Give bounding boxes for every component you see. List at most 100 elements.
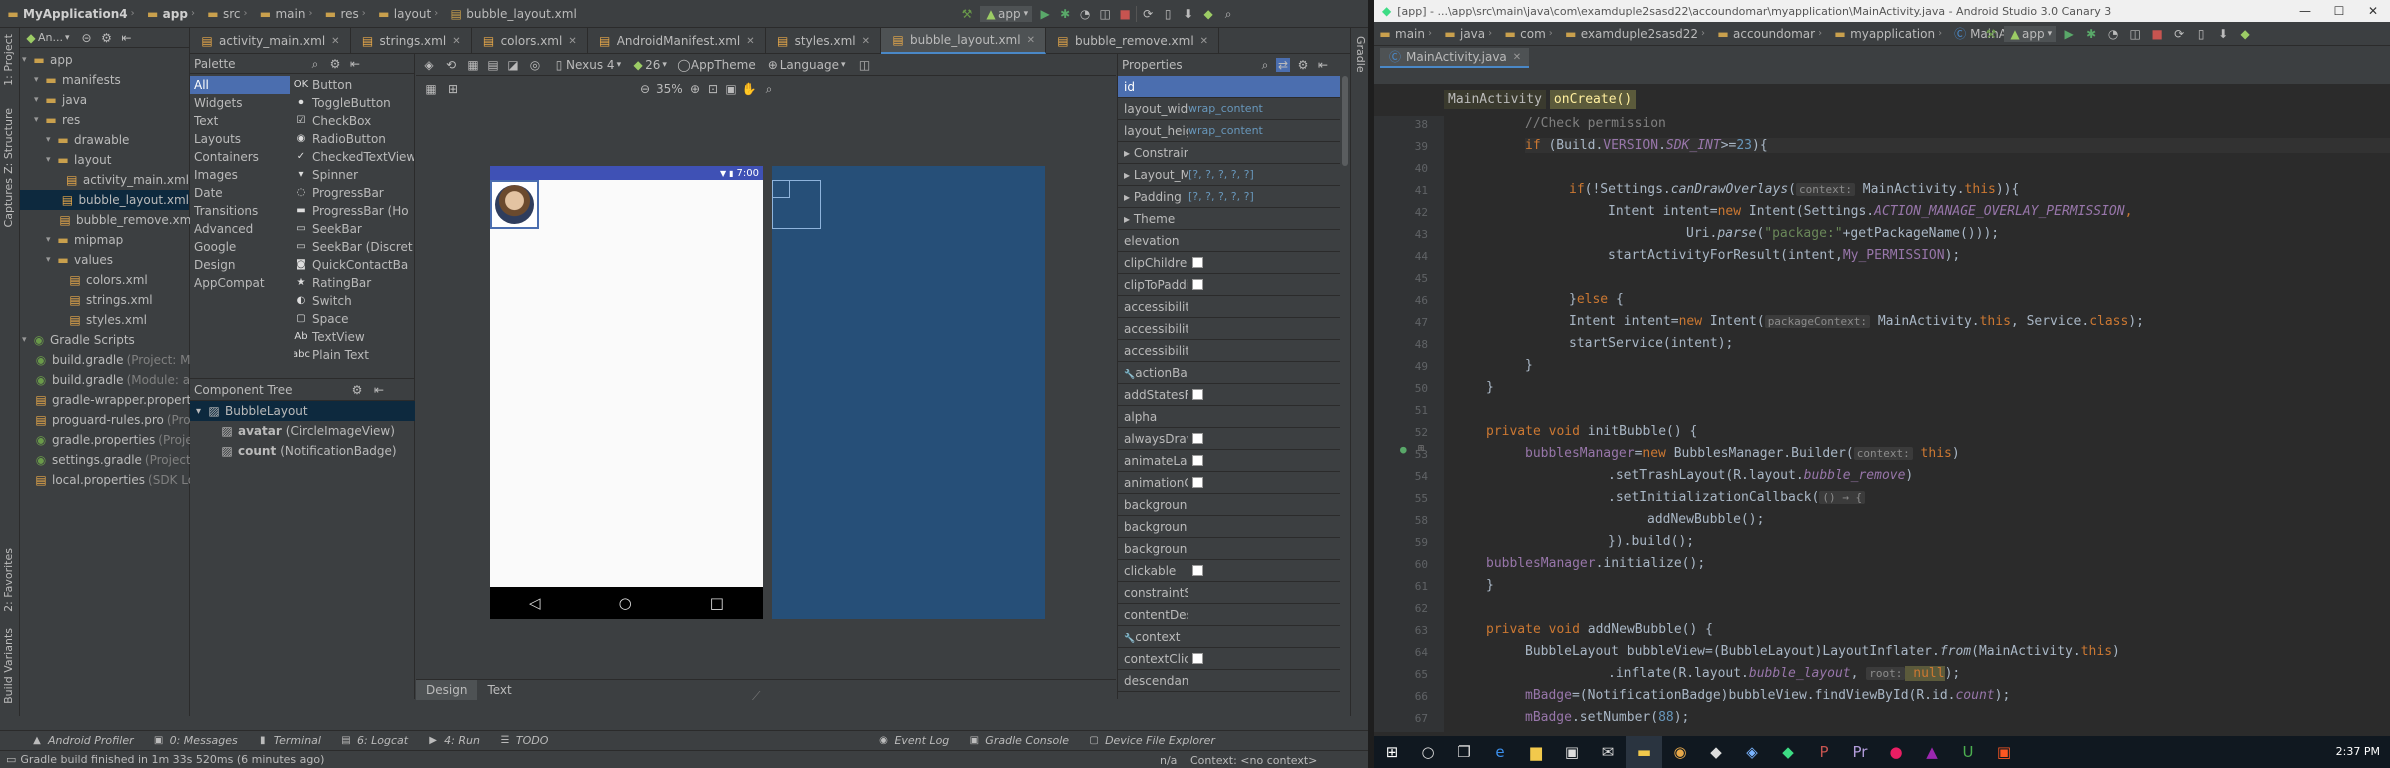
palette-category[interactable]: Text	[190, 112, 290, 130]
layout-variants-icon[interactable]: ◫	[858, 58, 872, 72]
property-row[interactable]: 🔧context	[1118, 626, 1340, 648]
property-checkbox[interactable]	[1192, 455, 1203, 466]
layers-icon[interactable]: ◈	[422, 58, 436, 72]
tree-item[interactable]: ▤ activity_main.xml	[20, 170, 189, 190]
component-node[interactable]: ▨ count (NotificationBadge)	[190, 441, 415, 461]
crumb-class[interactable]: MainActivity	[1444, 89, 1546, 109]
tool-tab-project[interactable]: 1: Project	[2, 34, 15, 86]
expand-arrow-icon[interactable]: ▾	[22, 55, 32, 65]
android-icon[interactable]: ◆	[2238, 27, 2252, 41]
property-row[interactable]: contextClick	[1118, 648, 1340, 670]
property-checkbox[interactable]	[1192, 433, 1203, 444]
status-context[interactable]: Context: <no context>	[1190, 754, 1317, 767]
expand-arrow-icon[interactable]: ▾	[34, 115, 44, 125]
palette-item[interactable]: ▭ SeekBar	[294, 220, 414, 238]
component-node[interactable]: ▨ avatar (CircleImageView)	[190, 421, 415, 441]
hide-icon[interactable]: ⇤	[372, 383, 386, 397]
property-row[interactable]: clipChildren	[1118, 252, 1340, 274]
property-row[interactable]: alwaysDrawn	[1118, 428, 1340, 450]
expand-arrow-icon[interactable]: ▸	[1124, 212, 1134, 226]
tab-activity_main-xml[interactable]: ▤ activity_main.xml ✕	[190, 28, 351, 54]
tab-mainactivity[interactable]: Ⓒ MainActivity.java ✕	[1380, 48, 1530, 68]
search-icon[interactable]: ⌕	[1258, 58, 1272, 72]
magnifier-icon[interactable]: ⌕	[762, 82, 776, 96]
avd-manager-icon[interactable]: ▯	[2194, 27, 2208, 41]
app-icon-2[interactable]: ◈	[1734, 736, 1770, 768]
palette-category[interactable]: Containers	[190, 148, 290, 166]
close-tab-icon[interactable]: ✕	[862, 36, 870, 47]
expand-arrow-icon[interactable]: ▾	[46, 255, 56, 265]
blueprint-icon[interactable]: ▦	[466, 58, 480, 72]
tree-item[interactable]: ▾ ▬ values	[20, 250, 189, 270]
tree-item[interactable]: ▾ ▬ manifests	[20, 70, 189, 90]
tool-window-0-messages[interactable]: ▣ 0: Messages	[152, 734, 238, 748]
breadcrumb-item[interactable]: ▬ examduple2sasd22 ›	[1564, 27, 1710, 41]
tool-window-terminal[interactable]: ▮ Terminal	[256, 734, 321, 748]
expand-arrow-icon[interactable]: ▸	[1124, 146, 1134, 160]
palette-category[interactable]: All	[190, 76, 290, 94]
minimize-icon[interactable]: —	[2288, 0, 2322, 22]
expand-arrow-icon[interactable]: ▾	[34, 75, 44, 85]
tool-window-6-logcat[interactable]: ▤ 6: Logcat	[339, 734, 408, 748]
layout-icon[interactable]: ▤	[486, 58, 500, 72]
tree-item[interactable]: ◉ build.gradle (Project: MyAp	[20, 350, 214, 370]
tree-item[interactable]: ◉ build.gradle (Module: app)	[20, 370, 210, 390]
hide-icon[interactable]: ⇤	[120, 31, 134, 45]
chrome-icon[interactable]: ◉	[1662, 736, 1698, 768]
zoom-in-icon[interactable]: ⊕	[688, 82, 702, 96]
actual-size-icon[interactable]: ▣	[724, 82, 738, 96]
breadcrumb-item[interactable]: ▬ myapplication ›	[1833, 27, 1947, 41]
palette-item[interactable]: ▢ Space	[294, 310, 414, 328]
palette-item[interactable]: OK Button	[294, 76, 414, 94]
tool-window-gradle-console[interactable]: ▣ Gradle Console	[967, 734, 1070, 748]
property-checkbox[interactable]	[1192, 477, 1203, 488]
tool-tab-gradle[interactable]: Gradle	[1354, 36, 1367, 73]
tool-tab-favorites[interactable]: 2: Favorites	[2, 548, 15, 612]
debug-icon[interactable]: ✱	[1058, 7, 1072, 21]
tool-window-android-profiler[interactable]: ▲ Android Profiler	[30, 734, 133, 748]
run-config-select[interactable]: ▲ app ▾	[2004, 26, 2057, 42]
property-row[interactable]: constraintSe	[1118, 582, 1340, 604]
clock[interactable]: 2:37 PM	[2336, 736, 2380, 768]
cortana-icon[interactable]: ○	[1410, 736, 1446, 768]
palette-item[interactable]: ⏺ ToggleButton	[294, 94, 414, 112]
app-icon-6[interactable]: U	[1950, 736, 1986, 768]
settings-icon[interactable]: ⚙	[100, 31, 114, 45]
palette-category[interactable]: Advanced	[190, 220, 290, 238]
tree-item[interactable]: ▤ bubble_remove.xm	[20, 210, 191, 230]
palette-category[interactable]: Transitions	[190, 202, 290, 220]
tree-item[interactable]: ▤ bubble_layout.xml	[20, 190, 189, 210]
property-row[interactable]: id	[1118, 76, 1340, 98]
tab-strings-xml[interactable]: ▤ strings.xml ✕	[351, 28, 472, 54]
close-tab-icon[interactable]: ✕	[568, 36, 576, 47]
property-row[interactable]: layout_widthwrap_content	[1118, 98, 1340, 120]
device-select[interactable]: ▯ Nexus 4 ▾	[552, 58, 621, 72]
palette-item[interactable]: ☑ CheckBox	[294, 112, 414, 130]
app-icon-3[interactable]: P	[1806, 736, 1842, 768]
property-row[interactable]: ▸ Layout_Margin[?, ?, ?, ?, ?]	[1118, 164, 1340, 186]
breadcrumb-item[interactable]: ▤ bubble_layout.xml	[449, 7, 577, 21]
property-row[interactable]: clipToPadding	[1118, 274, 1340, 296]
palette-item[interactable]: ▬ ProgressBar (Ho	[294, 202, 414, 220]
tree-item[interactable]: ▤ colors.xml	[20, 270, 189, 290]
api-select[interactable]: ◆ 26 ▾	[631, 58, 666, 72]
breadcrumb-item[interactable]: ▬ main ›	[258, 7, 317, 21]
tree-item[interactable]: ▤ strings.xml	[20, 290, 189, 310]
premiere-icon[interactable]: Pr	[1842, 736, 1878, 768]
property-checkbox[interactable]	[1192, 565, 1203, 576]
palette-item[interactable]: ▾ Spinner	[294, 166, 414, 184]
app-icon-1[interactable]: ◆	[1698, 736, 1734, 768]
palette-item[interactable]: ★ RatingBar	[294, 274, 414, 292]
expand-arrow-icon[interactable]: ▸	[1124, 168, 1134, 182]
palette-item[interactable]: abc Plain Text	[294, 346, 414, 364]
tool-window-4-run[interactable]: ▶ 4: Run	[426, 734, 480, 748]
close-icon[interactable]: ✕	[2356, 0, 2390, 22]
run-gutter-icon[interactable]: ●	[1400, 443, 1407, 456]
pan-hand-icon[interactable]: ✋	[742, 82, 757, 96]
avd-manager-icon[interactable]: ▯	[1161, 7, 1175, 21]
lambda-gutter-icon[interactable]: ⊞	[1418, 443, 1424, 454]
android-icon[interactable]: ◆	[1201, 7, 1215, 21]
blueprint-preview[interactable]	[772, 166, 1045, 619]
tree-item[interactable]: ◉ settings.gradle (Project Set	[20, 450, 214, 470]
property-row[interactable]: ▸ Constraints	[1118, 142, 1340, 164]
